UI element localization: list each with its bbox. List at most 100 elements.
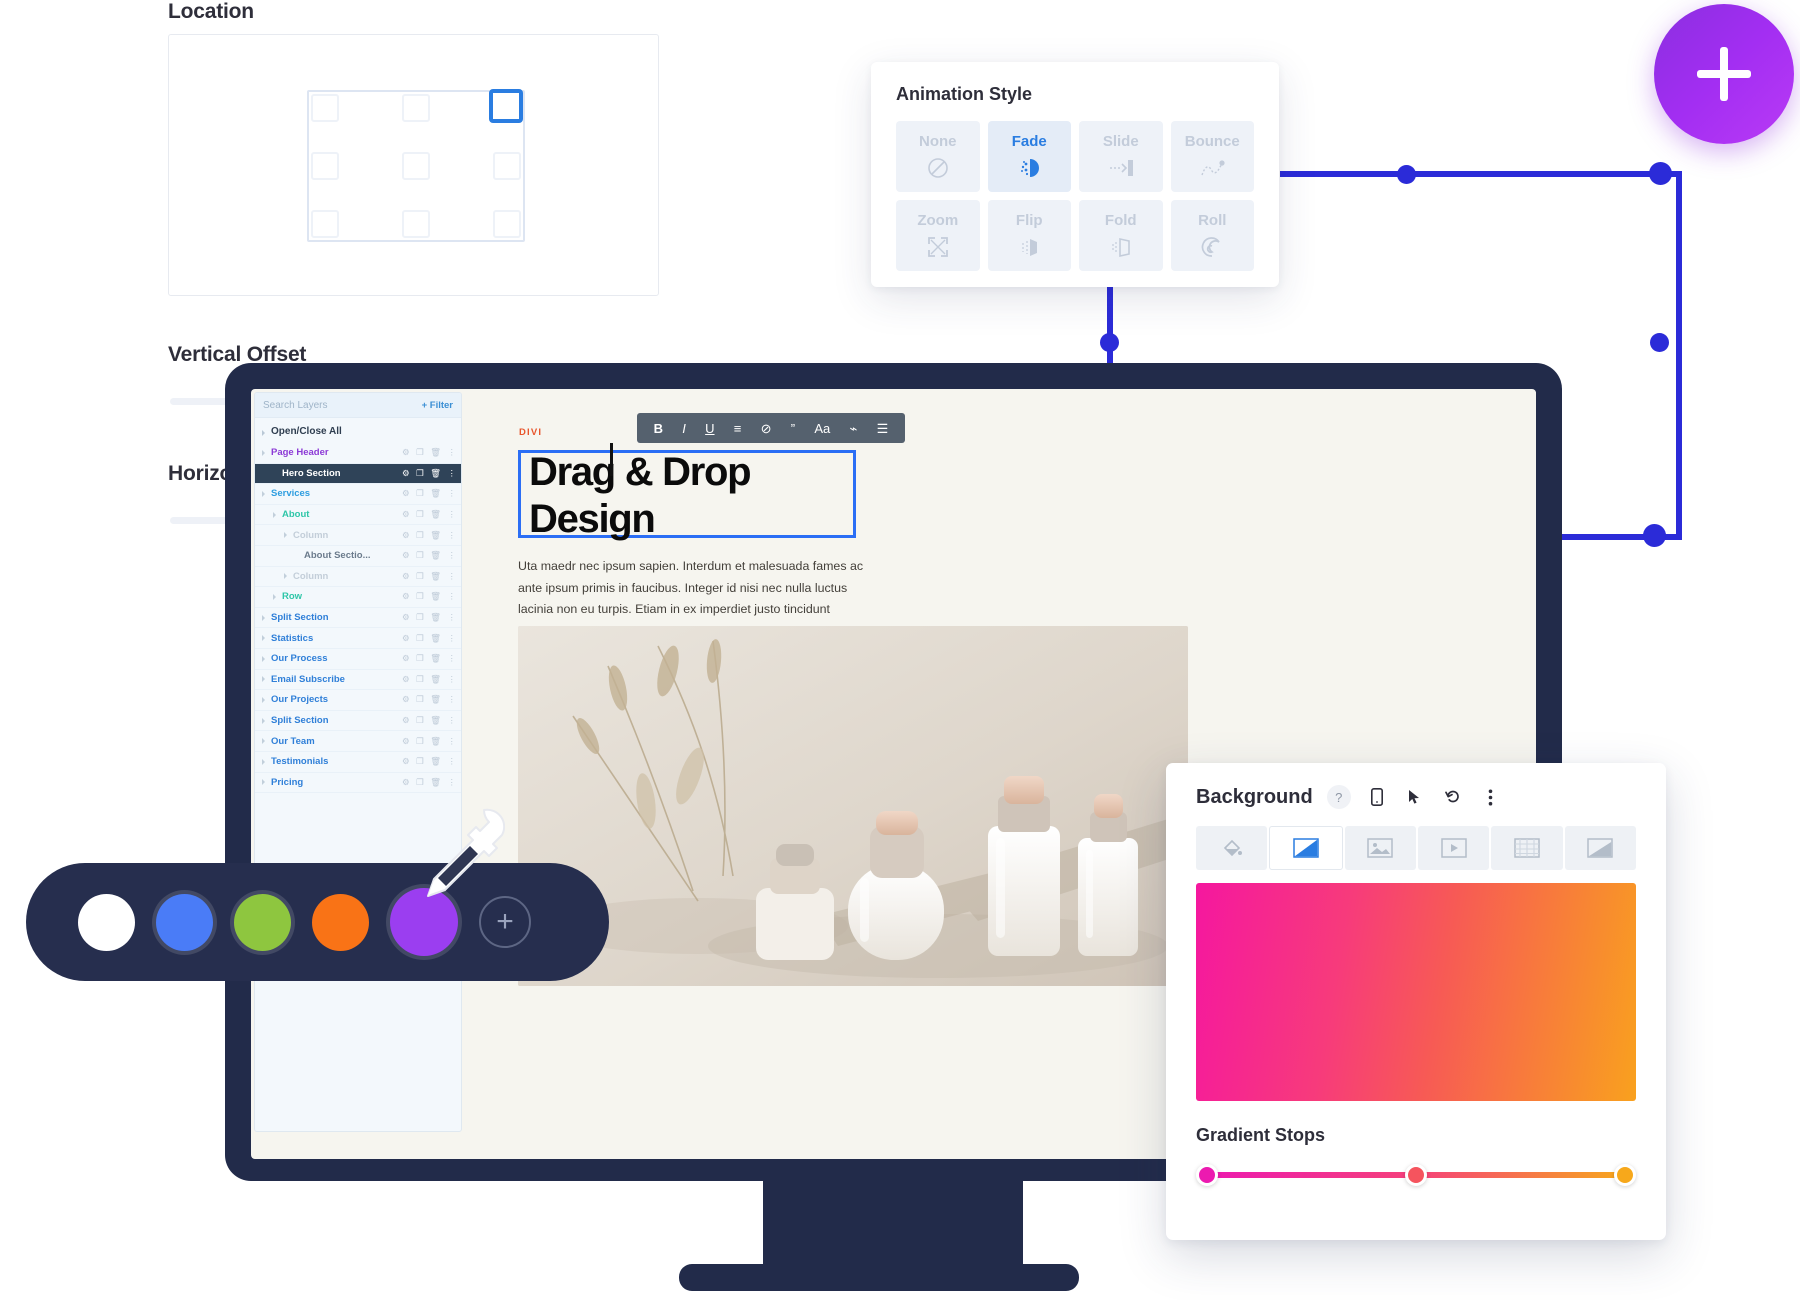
- gear-icon[interactable]: ⚙: [402, 591, 410, 602]
- layer-row[interactable]: Split Section ⚙ ❐ 🗑 ⋮: [255, 608, 461, 629]
- trash-icon[interactable]: 🗑: [430, 468, 441, 479]
- chevron-right-icon[interactable]: [262, 655, 265, 662]
- kebab-icon[interactable]: ⋮: [448, 530, 457, 541]
- grid-cell-mid-center[interactable]: [402, 152, 430, 180]
- trash-icon[interactable]: 🗑: [430, 591, 441, 602]
- gear-icon[interactable]: ⚙: [402, 509, 410, 520]
- background-tab-mask[interactable]: [1564, 826, 1636, 870]
- unlink-button[interactable]: ⊘: [761, 422, 772, 435]
- layer-row[interactable]: Statistics ⚙ ❐ 🗑 ⋮: [255, 628, 461, 649]
- trash-icon[interactable]: 🗑: [430, 674, 441, 685]
- animation-option-zoom[interactable]: Zoom: [896, 200, 980, 271]
- gear-icon[interactable]: ⚙: [402, 756, 410, 767]
- grid-cell-bottom-right[interactable]: [493, 210, 521, 238]
- search-input[interactable]: Search Layers: [263, 400, 416, 411]
- gear-icon[interactable]: ⚙: [402, 612, 410, 623]
- gear-icon[interactable]: ⚙: [402, 694, 410, 705]
- cursor-icon[interactable]: [1403, 785, 1427, 809]
- eyedropper-icon[interactable]: [410, 806, 506, 911]
- filter-button[interactable]: + Filter: [422, 400, 453, 411]
- chevron-right-icon[interactable]: [262, 758, 265, 765]
- kebab-icon[interactable]: ⋮: [448, 591, 457, 602]
- trash-icon[interactable]: 🗑: [430, 530, 441, 541]
- align-button[interactable]: ≡: [734, 422, 742, 435]
- gear-icon[interactable]: ⚙: [402, 736, 410, 747]
- layer-row[interactable]: Split Section ⚙ ❐ 🗑 ⋮: [255, 711, 461, 732]
- grid-cell-mid-left[interactable]: [311, 152, 339, 180]
- trash-icon[interactable]: 🗑: [430, 715, 441, 726]
- layer-row[interactable]: Our Projects ⚙ ❐ 🗑 ⋮: [255, 690, 461, 711]
- duplicate-icon[interactable]: ❐: [416, 530, 424, 541]
- gear-icon[interactable]: ⚙: [402, 674, 410, 685]
- trash-icon[interactable]: 🗑: [430, 653, 441, 664]
- rich-text-toolbar[interactable]: B I U ≡ ⊘ ” Aa ⌁ ☰: [637, 413, 905, 443]
- duplicate-icon[interactable]: ❐: [416, 447, 424, 458]
- open-close-all-toggle[interactable]: Open/Close All: [255, 418, 461, 443]
- gear-icon[interactable]: ⚙: [402, 530, 410, 541]
- grid-cell-bottom-center[interactable]: [402, 210, 430, 238]
- kebab-icon[interactable]: ⋮: [448, 612, 457, 623]
- layers-search-bar[interactable]: Search Layers + Filter: [255, 393, 461, 418]
- gear-icon[interactable]: ⚙: [402, 571, 410, 582]
- swatch-blue[interactable]: [156, 893, 213, 951]
- grid-cell-top-center[interactable]: [402, 94, 430, 122]
- trash-icon[interactable]: 🗑: [430, 509, 441, 520]
- layer-row[interactable]: Pricing ⚙ ❐ 🗑 ⋮: [255, 773, 461, 794]
- location-grid[interactable]: [307, 89, 525, 242]
- duplicate-icon[interactable]: ❐: [416, 633, 424, 644]
- list-button[interactable]: ☰: [877, 422, 889, 435]
- kebab-icon[interactable]: [1479, 785, 1503, 809]
- chevron-right-icon[interactable]: [262, 635, 265, 642]
- help-icon[interactable]: ?: [1326, 785, 1351, 809]
- animation-option-fold[interactable]: Fold: [1079, 200, 1163, 271]
- trash-icon[interactable]: 🗑: [430, 550, 441, 561]
- gear-icon[interactable]: ⚙: [402, 468, 410, 479]
- duplicate-icon[interactable]: ❐: [416, 777, 424, 788]
- location-grid-picker[interactable]: [168, 34, 659, 296]
- bold-button[interactable]: B: [654, 422, 663, 435]
- heading-edit-box[interactable]: Drag & Drop Design: [518, 450, 856, 541]
- page-heading[interactable]: Drag & Drop Design: [529, 449, 859, 543]
- duplicate-icon[interactable]: ❐: [416, 674, 424, 685]
- animation-option-slide[interactable]: Slide: [1079, 121, 1163, 192]
- duplicate-icon[interactable]: ❐: [416, 736, 424, 747]
- italic-button[interactable]: I: [682, 422, 686, 435]
- layer-row[interactable]: Page Header ⚙ ❐ 🗑 ⋮: [255, 443, 461, 464]
- background-tab-color[interactable]: [1196, 826, 1268, 870]
- layer-row[interactable]: Row ⚙ ❐ 🗑 ⋮: [255, 587, 461, 608]
- trash-icon[interactable]: 🗑: [430, 612, 441, 623]
- trash-icon[interactable]: 🗑: [430, 756, 441, 767]
- background-tab-gradient[interactable]: [1269, 826, 1343, 870]
- duplicate-icon[interactable]: ❐: [416, 509, 424, 520]
- chevron-right-icon[interactable]: [262, 696, 265, 703]
- gradient-stop-2[interactable]: [1614, 1164, 1636, 1186]
- animation-option-roll[interactable]: Roll: [1170, 200, 1254, 271]
- duplicate-icon[interactable]: ❐: [416, 756, 424, 767]
- underline-button[interactable]: U: [705, 422, 714, 435]
- kebab-icon[interactable]: ⋮: [448, 736, 457, 747]
- grid-cell-top-right[interactable]: [489, 89, 523, 123]
- trash-icon[interactable]: 🗑: [430, 488, 441, 499]
- background-tab-image[interactable]: [1344, 826, 1416, 870]
- layer-row[interactable]: About ⚙ ❐ 🗑 ⋮: [255, 505, 461, 526]
- duplicate-icon[interactable]: ❐: [416, 468, 424, 479]
- animation-option-bounce[interactable]: Bounce: [1170, 121, 1254, 192]
- animation-option-fade[interactable]: Fade: [987, 121, 1071, 192]
- gear-icon[interactable]: ⚙: [402, 715, 410, 726]
- chevron-right-icon[interactable]: [284, 573, 287, 580]
- mobile-icon[interactable]: [1365, 785, 1389, 809]
- kebab-icon[interactable]: ⋮: [448, 694, 457, 705]
- animation-option-none[interactable]: None: [896, 121, 980, 192]
- layer-row[interactable]: Email Subscribe ⚙ ❐ 🗑 ⋮: [255, 670, 461, 691]
- duplicate-icon[interactable]: ❐: [416, 488, 424, 499]
- trash-icon[interactable]: 🗑: [430, 777, 441, 788]
- chevron-right-icon[interactable]: [273, 511, 276, 518]
- swatch-green[interactable]: [234, 893, 291, 951]
- grid-cell-mid-right[interactable]: [493, 152, 521, 180]
- duplicate-icon[interactable]: ❐: [416, 715, 424, 726]
- chevron-right-icon[interactable]: [262, 738, 265, 745]
- grid-cell-top-left[interactable]: [311, 94, 339, 122]
- gradient-stop-1[interactable]: [1405, 1164, 1427, 1186]
- text-color-button[interactable]: ⌁: [850, 422, 858, 435]
- layer-row[interactable]: About Sectio... ⚙ ❐ 🗑 ⋮: [255, 546, 461, 567]
